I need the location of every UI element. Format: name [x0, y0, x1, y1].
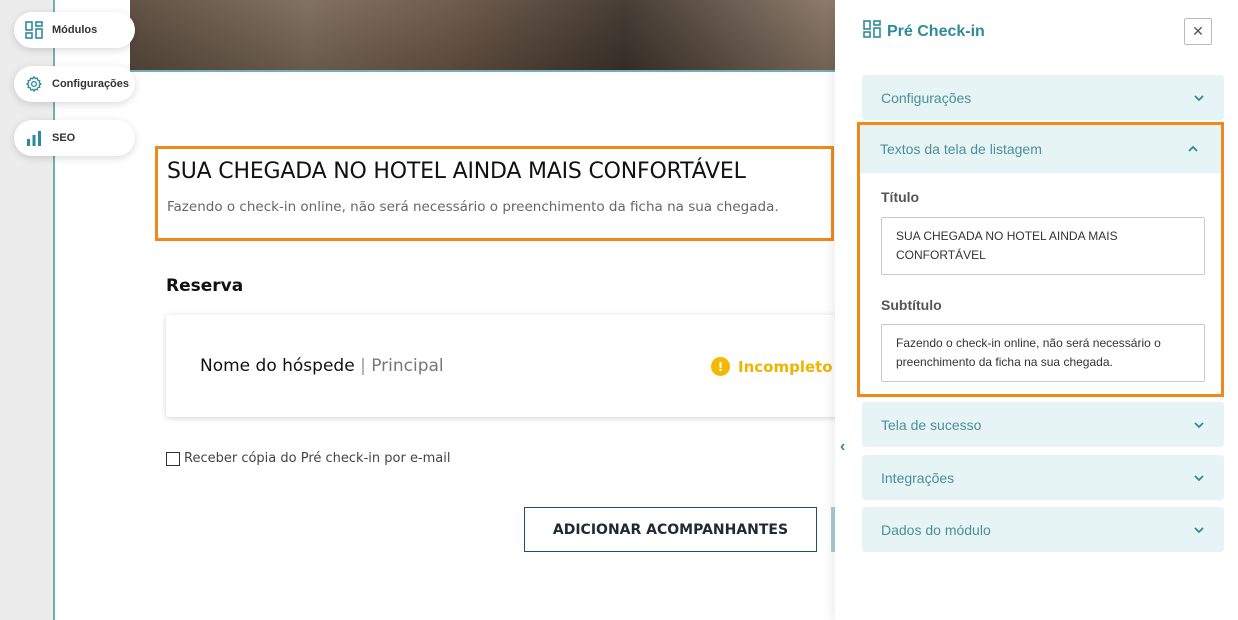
grid-icon	[24, 21, 43, 40]
module-settings-panel: Pré Check-in ✕ ‹ Configurações Textos da…	[835, 0, 1238, 620]
seo-label: SEO	[52, 132, 76, 144]
accordion-label: Dados do módulo	[881, 521, 991, 538]
reservation-heading: Reserva	[166, 276, 244, 296]
close-button[interactable]: ✕	[1184, 18, 1212, 45]
hero-banner-image	[130, 0, 835, 72]
title-input[interactable]: SUA CHEGADA NO HOTEL AINDA MAIS CONFORTÁ…	[881, 217, 1205, 275]
bar-chart-icon	[24, 129, 43, 148]
seo-button[interactable]: SEO	[14, 120, 135, 156]
accordion-label: Tela de sucesso	[881, 416, 982, 433]
modules-label: Módulos	[52, 24, 98, 36]
panel-title: Pré Check-in	[887, 22, 985, 40]
email-copy-checkbox[interactable]	[166, 451, 180, 466]
status-badge: ! Incompleto	[711, 357, 833, 376]
chevron-down-icon	[1194, 421, 1204, 428]
panel-header: Pré Check-in	[863, 20, 985, 43]
status-text: Incompleto	[738, 357, 833, 376]
email-copy-label: Receber cópia do Pré check-in por e-mail	[184, 451, 451, 466]
guest-role: Principal	[371, 356, 444, 376]
settings-label: Configurações	[52, 78, 130, 90]
title-field-label: Título	[881, 189, 920, 205]
hero-subtitle: Fazendo o check-in online, não será nece…	[167, 199, 779, 215]
hero-text-block[interactable]: SUA CHEGADA NO HOTEL AINDA MAIS CONFORTÁ…	[155, 146, 834, 241]
settings-button[interactable]: Configurações	[14, 66, 135, 102]
email-copy-option[interactable]: Receber cópia do Pré check-in por e-mail	[166, 451, 450, 466]
subtitle-field-label: Subtítulo	[881, 297, 942, 313]
accordion-header[interactable]: Textos da tela de listagem	[860, 125, 1221, 173]
page-preview: SUA CHEGADA NO HOTEL AINDA MAIS CONFORTÁ…	[53, 0, 835, 620]
add-companions-button[interactable]: ADICIONAR ACOMPANHANTES	[524, 507, 817, 552]
close-icon: ✕	[1192, 23, 1204, 39]
guest-separator: |	[360, 356, 366, 376]
chevron-down-icon	[1194, 94, 1204, 101]
accordion-tela-sucesso[interactable]: Tela de sucesso	[862, 402, 1224, 447]
chevron-up-icon	[1188, 145, 1198, 152]
accordion-dados-modulo[interactable]: Dados do módulo	[862, 507, 1224, 552]
subtitle-input[interactable]: Fazendo o check-in online, não será nece…	[881, 324, 1205, 382]
accordion-integracoes[interactable]: Integrações	[862, 455, 1224, 500]
warning-icon: !	[711, 357, 730, 376]
grid-icon	[863, 20, 881, 43]
modules-button[interactable]: Módulos	[14, 12, 135, 48]
guest-card[interactable]: Nome do hóspede | Principal ! Incompleto	[166, 315, 835, 417]
accordion-textos-listagem: Textos da tela de listagem Título SUA CH…	[857, 122, 1224, 397]
chevron-down-icon	[1194, 474, 1204, 481]
accordion-label: Textos da tela de listagem	[880, 141, 1042, 157]
accordion-label: Configurações	[881, 89, 972, 106]
gear-icon	[24, 75, 43, 94]
hero-title: SUA CHEGADA NO HOTEL AINDA MAIS CONFORTÁ…	[167, 159, 746, 184]
accordion-label: Integrações	[881, 469, 955, 486]
guest-name: Nome do hóspede	[200, 356, 355, 376]
chevron-down-icon	[1194, 526, 1204, 533]
guest-name-line: Nome do hóspede | Principal	[200, 356, 444, 376]
accordion-configuracoes[interactable]: Configurações	[862, 75, 1224, 120]
collapse-panel-icon[interactable]: ‹	[840, 438, 845, 456]
